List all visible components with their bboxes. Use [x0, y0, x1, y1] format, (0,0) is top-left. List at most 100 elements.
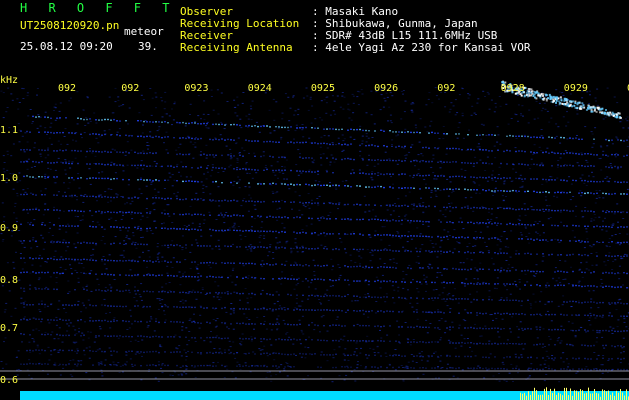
signal-dot: [80, 194, 82, 197]
signal-dot: [470, 207, 472, 209]
noise-speck: [117, 99, 120, 101]
noise-speck: [514, 147, 517, 149]
signal-dot: [380, 234, 382, 236]
signal-dot: [236, 246, 238, 248]
noise-speck: [466, 246, 469, 248]
signal-dot: [449, 297, 451, 300]
noise-speck: [203, 173, 206, 175]
signal-dot: [317, 183, 319, 186]
signal-dot: [584, 153, 586, 155]
noise-speck: [326, 289, 329, 291]
noise-speck: [18, 141, 21, 143]
signal-dot: [185, 180, 187, 182]
signal-dot: [287, 278, 289, 280]
noise-speck: [530, 363, 533, 365]
signal-dot: [512, 313, 514, 315]
signal-dot: [398, 311, 400, 313]
noise-speck: [84, 125, 87, 126]
noise-speck: [32, 239, 34, 241]
noise-speck: [74, 157, 77, 159]
noise-speck: [318, 181, 321, 183]
signal-dot: [284, 309, 286, 311]
signal-dot: [338, 279, 340, 281]
noise-speck: [356, 90, 359, 92]
signal-dot: [377, 310, 379, 313]
signal-dot: [173, 213, 175, 215]
noise-speck: [243, 198, 246, 199]
signal-dot: [59, 149, 61, 151]
signal-dot: [581, 179, 583, 182]
signal-dot: [272, 169, 274, 172]
signal-dot: [32, 160, 34, 163]
noise-speck: [607, 155, 610, 157]
signal-dot: [221, 262, 223, 264]
signal-dot: [176, 261, 178, 263]
noise-speck: [417, 291, 420, 293]
signal-dot: [398, 187, 400, 189]
noise-speck: [329, 285, 332, 287]
signal-dot: [290, 353, 292, 356]
noise-speck: [497, 174, 500, 176]
noise-speck: [319, 153, 322, 155]
signal-dot: [149, 227, 151, 229]
signal-dot: [464, 188, 466, 190]
noise-speck: [490, 99, 493, 101]
noise-speck: [84, 273, 87, 275]
noise-speck: [276, 300, 279, 302]
noise-speck: [433, 178, 436, 180]
signal-dot: [290, 126, 292, 128]
signal-dot: [560, 270, 562, 273]
signal-dot: [254, 140, 256, 142]
signal-dot: [116, 289, 118, 291]
noise-speck: [246, 302, 249, 304]
noise-speck: [245, 162, 248, 163]
signal-dot: [359, 204, 361, 206]
signal-dot: [323, 354, 325, 356]
signal-dot: [254, 308, 256, 310]
signal-dot: [284, 277, 286, 279]
signal-dot: [563, 284, 565, 287]
signal-dot: [20, 257, 22, 259]
noise-speck: [391, 95, 394, 97]
signal-dot: [56, 117, 58, 119]
signal-dot: [578, 192, 580, 194]
signal-dot: [218, 214, 220, 216]
noise-speck: [277, 315, 280, 317]
signal-dot: [122, 196, 124, 198]
signal-dot: [332, 294, 334, 297]
signal-dot: [566, 180, 568, 182]
noise-speck: [317, 204, 320, 206]
signal-dot: [179, 198, 181, 201]
noise-speck: [236, 157, 239, 159]
signal-dot: [548, 328, 550, 331]
noise-speck: [371, 179, 374, 181]
signal-dot: [365, 173, 367, 175]
signal-dot: [344, 185, 346, 187]
noise-speck: [601, 372, 604, 374]
signal-dot: [449, 326, 451, 328]
noise-speck: [416, 302, 419, 304]
signal-dot: [254, 246, 256, 248]
noise-speck: [402, 270, 405, 272]
noise-speck: [466, 338, 469, 339]
signal-dot: [293, 201, 295, 203]
noise-speck: [93, 341, 96, 343]
signal-dot: [434, 297, 436, 299]
noise-speck: [503, 328, 505, 330]
noise-speck: [384, 151, 387, 153]
noise-speck: [103, 263, 106, 265]
signal-dot: [212, 352, 214, 354]
signal-dot: [566, 314, 568, 316]
signal-dot: [419, 250, 421, 253]
noise-speck: [65, 312, 68, 314]
noise-speck: [475, 114, 477, 115]
signal-dot: [476, 269, 478, 271]
noise-speck: [258, 236, 261, 238]
noise-speck: [103, 130, 106, 132]
signal-dot: [101, 196, 103, 198]
signal-dot: [299, 323, 301, 325]
signal-dot: [452, 188, 454, 191]
noise-speck: [383, 263, 386, 264]
signal-dot: [611, 226, 613, 228]
signal-dot: [215, 167, 217, 169]
